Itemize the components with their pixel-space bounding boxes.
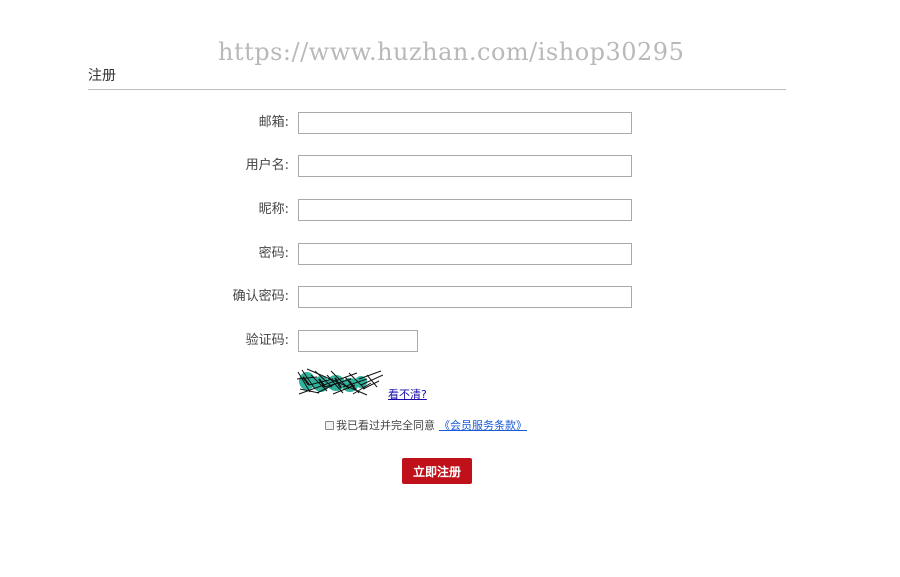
username-label: 用户名:	[245, 158, 289, 173]
email-row: 邮箱:	[0, 112, 900, 134]
title-divider	[88, 89, 786, 90]
agreement-text: 我已看过并完全同意	[336, 419, 435, 432]
confirm-password-label: 确认密码:	[232, 289, 289, 304]
watermark-url: https://www.huzhan.com/ishop30295	[218, 38, 685, 66]
terms-link[interactable]: 《会员服务条款》	[439, 417, 527, 433]
captcha-image[interactable]	[297, 367, 383, 397]
nickname-field[interactable]	[298, 199, 632, 221]
username-row: 用户名:	[0, 155, 900, 177]
password-label: 密码:	[258, 246, 289, 261]
nickname-label: 昵称:	[258, 202, 289, 217]
captcha-refresh-link[interactable]: 看不清?	[388, 386, 427, 402]
captcha-row: 验证码:	[0, 330, 900, 352]
nickname-row: 昵称:	[0, 199, 900, 221]
email-label: 邮箱:	[258, 115, 289, 130]
captcha-label: 验证码:	[245, 333, 289, 348]
email-field[interactable]	[298, 112, 632, 134]
page-title: 注册	[88, 68, 116, 84]
register-button[interactable]: 立即注册	[402, 458, 472, 484]
password-field[interactable]	[298, 243, 632, 265]
agreement-row: 我已看过并完全同意 《会员服务条款》	[325, 417, 527, 433]
confirm-password-field[interactable]	[298, 286, 632, 308]
captcha-field[interactable]	[298, 330, 418, 352]
password-row: 密码:	[0, 243, 900, 265]
confirm-password-row: 确认密码:	[0, 286, 900, 308]
agreement-checkbox[interactable]	[325, 420, 334, 430]
username-field[interactable]	[298, 155, 632, 177]
